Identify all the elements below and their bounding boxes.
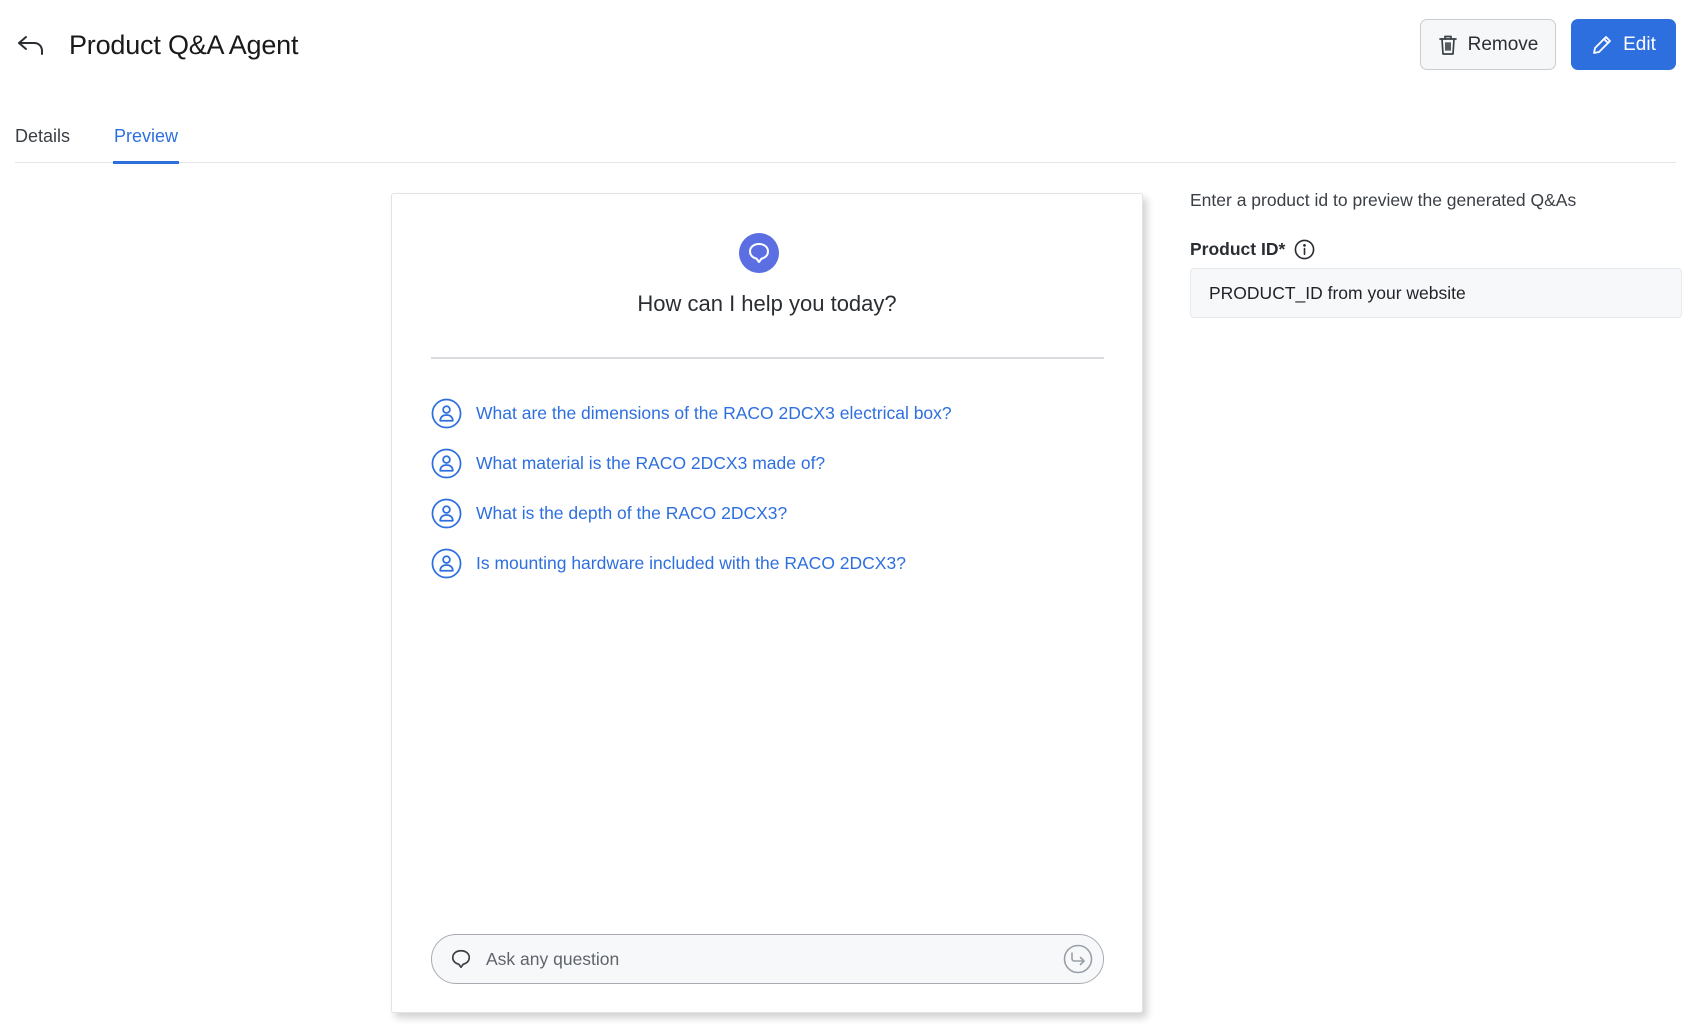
suggested-question-text: What is the depth of the RACO 2DCX3? — [476, 502, 788, 523]
product-preview-panel: Enter a product id to preview the genera… — [1190, 190, 1682, 318]
suggestion-list: What are the dimensions of the RACO 2DCX… — [431, 388, 1104, 588]
ask-question-input[interactable] — [486, 943, 1046, 975]
edit-button-label: Edit — [1623, 33, 1656, 55]
tab-details[interactable]: Details — [15, 126, 70, 161]
remove-button-label: Remove — [1467, 33, 1539, 55]
suggested-question-text: What material is the RACO 2DCX3 made of? — [476, 452, 826, 473]
user-circle-icon — [431, 398, 462, 428]
pencil-icon — [1593, 35, 1612, 54]
page-header: Product Q&A Agent Remove Edit — [0, 0, 1690, 100]
edit-button[interactable]: Edit — [1571, 19, 1676, 70]
user-circle-icon — [431, 448, 462, 478]
suggested-question[interactable]: What is the depth of the RACO 2DCX3? — [431, 488, 1104, 538]
trash-icon — [1438, 35, 1457, 55]
suggested-question[interactable]: What material is the RACO 2DCX3 made of? — [431, 438, 1104, 488]
product-id-input[interactable] — [1190, 268, 1682, 318]
suggested-question[interactable]: What are the dimensions of the RACO 2DCX… — [431, 388, 1104, 438]
user-circle-icon — [431, 498, 462, 528]
product-id-label-row: Product ID* — [1190, 239, 1315, 260]
suggested-question-text: What are the dimensions of the RACO 2DCX… — [476, 402, 952, 423]
greeting-text: How can I help you today? — [637, 291, 897, 316]
suggested-question[interactable]: Is mounting hardware included with the R… — [431, 538, 1104, 588]
product-id-label: Product ID* — [1190, 239, 1286, 259]
user-circle-icon — [431, 548, 462, 578]
divider — [431, 357, 1104, 359]
chat-bubble-icon — [749, 243, 769, 263]
chat-preview-card: How can I help you today? What are the d… — [391, 193, 1143, 1013]
chat-bubble-icon — [451, 949, 471, 969]
remove-button[interactable]: Remove — [1420, 19, 1556, 70]
tab-preview[interactable]: Preview — [113, 126, 180, 164]
undo-arrow-icon — [18, 36, 43, 55]
send-arrow-icon[interactable] — [1063, 944, 1093, 974]
bot-avatar — [739, 233, 779, 273]
back-button[interactable] — [14, 28, 48, 62]
ask-question-box — [431, 934, 1104, 984]
preview-hint-text: Enter a product id to preview the genera… — [1190, 190, 1577, 210]
page-title: Product Q&A Agent — [69, 30, 299, 60]
info-icon[interactable] — [1294, 239, 1315, 260]
suggested-question-text: Is mounting hardware included with the R… — [476, 552, 906, 573]
tab-bar: Details Preview — [15, 112, 1676, 164]
